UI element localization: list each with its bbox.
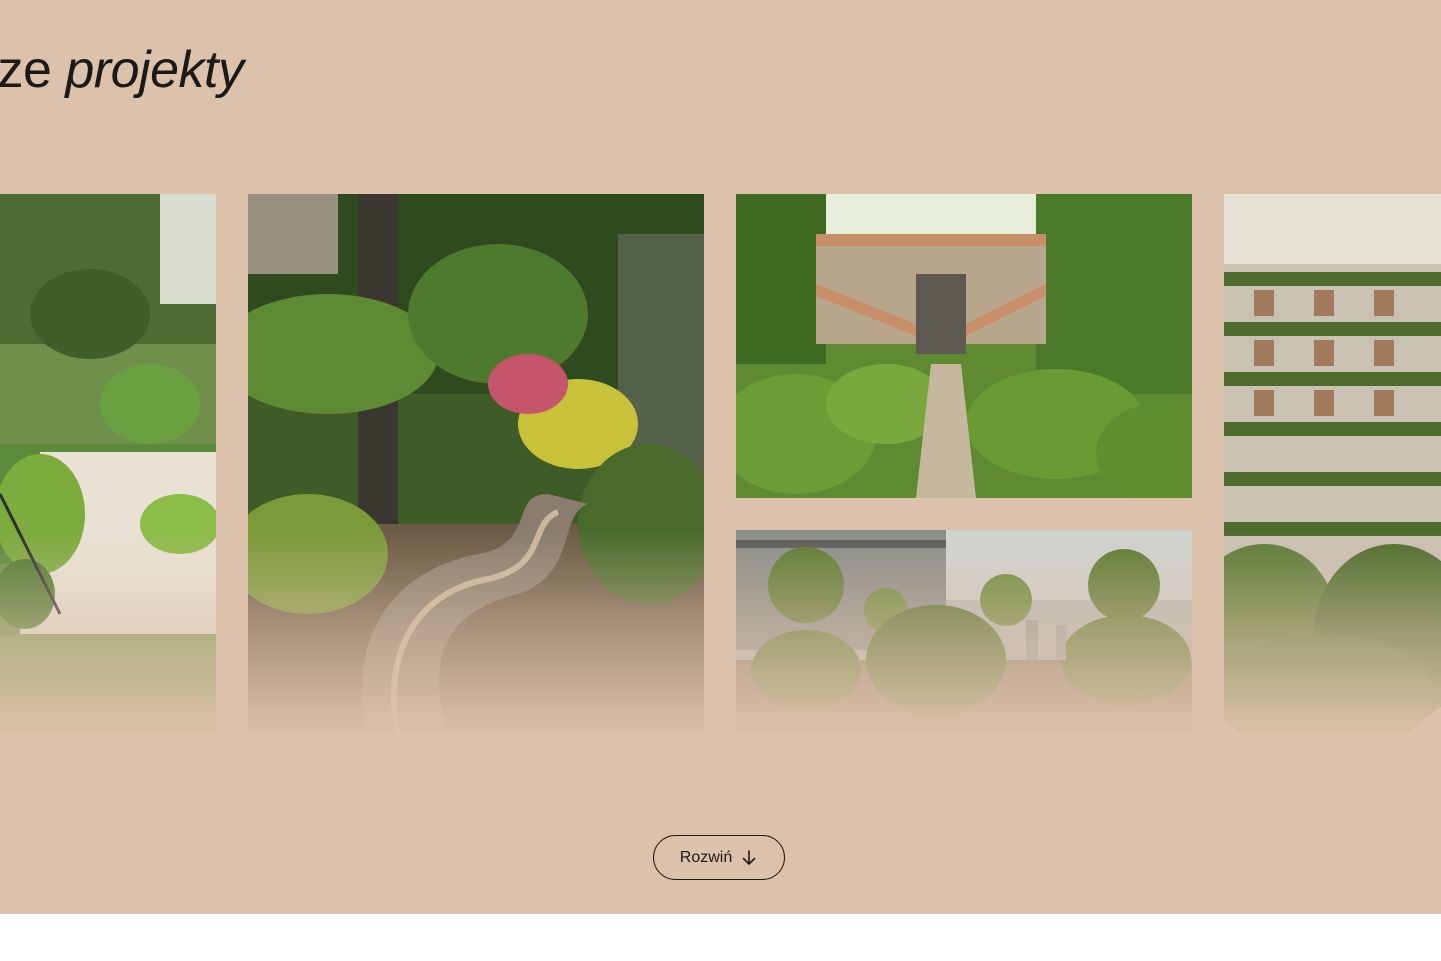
- expand-button-label: Rozwiń: [679, 848, 733, 866]
- jungle-gravel-path-photo[interactable]: [248, 194, 704, 734]
- projects-section: sze projekty: [0, 0, 1441, 914]
- expand-button[interactable]: Rozwiń: [653, 835, 785, 880]
- tropical-garden-terrace-photo[interactable]: [0, 194, 216, 734]
- arrow-down-icon: [742, 849, 756, 865]
- rooftop-topiary-photo[interactable]: [736, 530, 1192, 734]
- baroque-hedge-garden-photo[interactable]: [736, 194, 1192, 498]
- project-gallery: [0, 0, 1441, 914]
- green-terraced-building-photo[interactable]: [1224, 194, 1441, 734]
